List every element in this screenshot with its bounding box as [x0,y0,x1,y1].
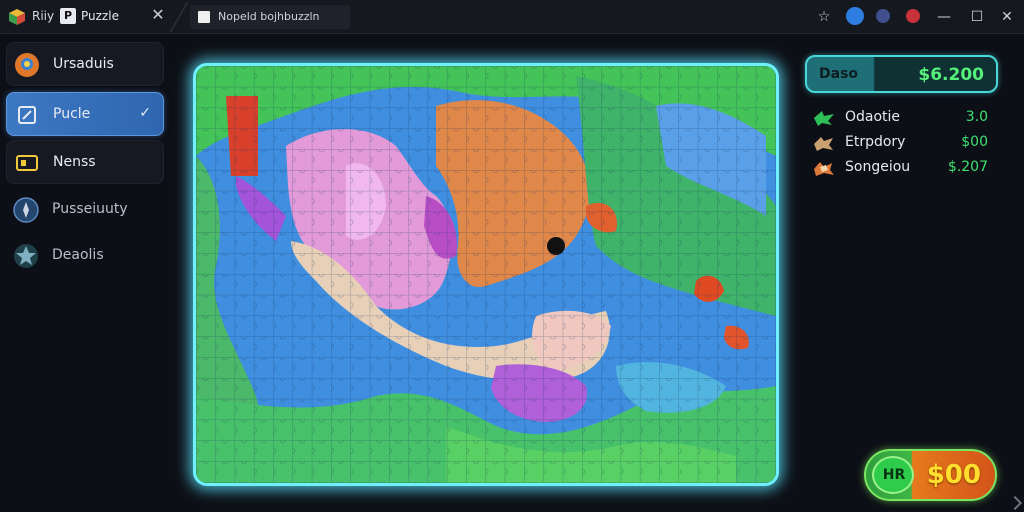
minimize-button[interactable]: — [934,7,954,27]
sidebar-item-pusseiuuty[interactable]: Pusseiuuty [6,188,164,232]
settings-icon[interactable] [906,9,920,23]
hr-action-button[interactable]: HR $00 [864,449,997,501]
extension-icon[interactable] [846,7,864,25]
pin-icon [15,53,39,77]
window-close-button[interactable]: ✕ [997,7,1017,27]
stat-row: Etrpdory $00 [812,132,992,154]
stat-label: Etrpdory [845,134,906,150]
sidebar-item-label: Nenss [53,154,96,170]
stat-value: $00 [961,134,988,150]
puzzle-map-image[interactable] [196,66,776,483]
sidebar: Ursaduis Pucle ✓ Nenss Pusseiuuty Deaoli… [0,36,170,512]
sidebar-item-label: Pucle [53,106,91,122]
page-icon [198,11,210,23]
tile-icon [16,155,38,171]
score-value: $6.200 [918,65,984,85]
tan-piece-icon [814,137,833,151]
chevron-down-icon: ✓ [139,105,151,121]
app-name: Puzzle [81,9,119,23]
puzzle-icon [18,106,36,124]
sidebar-item-label: Deaolis [52,247,104,263]
puzzle-board[interactable] [193,63,779,486]
stat-row: Odaotie 3.0 [812,107,992,129]
tab-divider [169,2,189,32]
sidebar-item-label: Ursaduis [53,56,114,72]
sidebar-item-nenss[interactable]: Nenss [6,140,164,184]
sidebar-item-pucle[interactable]: Pucle ✓ [6,92,164,136]
browser-tab[interactable]: Nopeld bojhbuzzln [190,5,350,29]
close-icon[interactable]: ✕ [148,5,168,25]
resize-handle-icon[interactable] [1007,495,1023,511]
sidebar-item-label: Pusseiuuty [52,201,128,217]
profile-icon[interactable] [876,9,890,23]
score-label: Daso [819,66,859,82]
title-bar: Riiy P Puzzle ✕ Nopeld bojhbuzzln ☆ — ☐ … [0,0,1024,34]
hr-value: $00 [926,460,981,490]
tab-title: Nopeld bojhbuzzln [218,10,320,23]
sidebar-item-ursaduis[interactable]: Ursaduis [6,42,164,86]
star-icon[interactable]: ☆ [814,7,834,27]
stat-label: Songeiou [845,159,911,175]
app-cube-icon [9,9,25,25]
puzzle-logo-icon: P [60,8,76,24]
green-piece-icon [814,111,834,126]
maximize-button[interactable]: ☐ [967,7,987,27]
stat-value: 3.0 [965,109,988,125]
stat-label: Odaotie [845,109,901,125]
app-title: Riiy [32,9,55,23]
stat-value: $.207 [947,159,988,175]
compass-icon [13,197,39,223]
score-display: Daso $6.200 [805,55,998,93]
mixed-piece-icon [814,162,834,176]
hr-label: HR [882,467,906,483]
star-icon [14,244,38,268]
stat-row: Songeiou $.207 [812,157,992,179]
sidebar-item-deaolis[interactable]: Deaolis [6,234,164,278]
